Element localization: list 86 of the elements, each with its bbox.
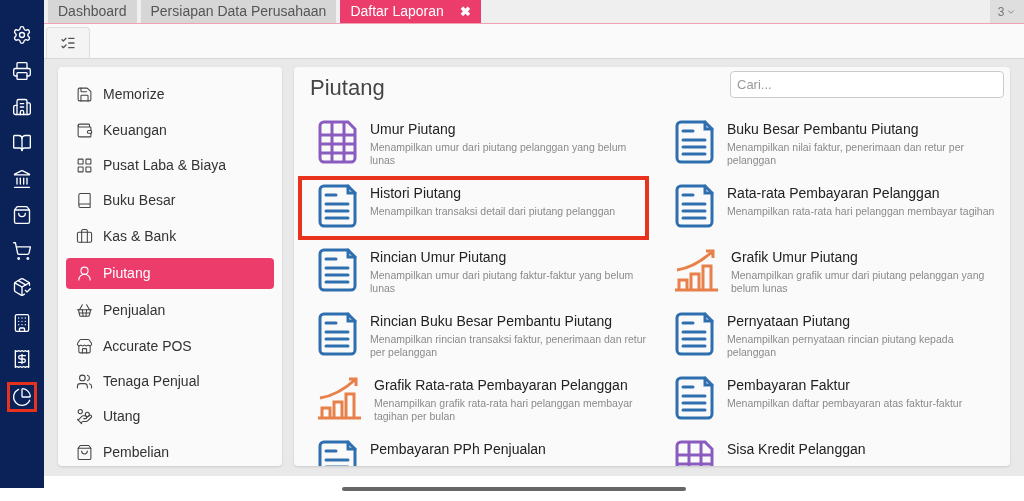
report-item[interactable]: Sisa Kredit Pelanggan (657, 434, 1004, 466)
report-description: Menampilkan grafik rata-rata hari pelanggan membayar tagihan per bulan (374, 397, 634, 423)
tab[interactable]: Daftar Laporan ✖ (340, 0, 481, 23)
category-item[interactable]: Pembelian (66, 438, 274, 466)
report-title: Pembayaran Faktur (727, 376, 851, 394)
floppy-icon (76, 86, 93, 104)
report-title: Rata-rata Pembayaran Pelanggan (727, 184, 941, 202)
category-item[interactable]: Buku Besar (66, 187, 274, 215)
office-icon (12, 313, 32, 333)
printer-icon (12, 61, 32, 81)
report-title: Grafik Rata-rata Pembayaran Pelanggan (374, 376, 629, 394)
person-icon (76, 265, 93, 282)
report-item[interactable]: Grafik Rata-rata Pembayaran Pelanggan Menampilkan grafik rata-rata hari pelanggan membayar tagihan per bulan (300, 370, 647, 434)
cart-icon (12, 241, 32, 261)
report-title: Rincian Umur Piutang (370, 248, 508, 266)
report-item[interactable]: Umur Piutang Menampilkan umur dari piutang pelanggan yang belum lunas (300, 114, 647, 178)
report-description: Menampilkan rata-rata hari pelanggan membayar tagihan (727, 205, 995, 218)
document-icon (673, 312, 715, 356)
search-field[interactable]: Cari... (730, 71, 1004, 98)
rail-button[interactable] (7, 382, 37, 412)
bag-icon (76, 443, 93, 461)
report-title: Sisa Kredit Pelanggan (727, 440, 866, 458)
report-item[interactable]: Histori Piutang Menampilkan transaksi detail dari piutang pelanggan (298, 176, 649, 240)
tab[interactable]: Persiapan Data Perusahaan (140, 0, 337, 23)
chart-icon (316, 376, 362, 420)
wallet-icon (76, 121, 93, 139)
report-item[interactable]: Rata-rata Pembayaran Pelanggan Menampilkan rata-rata hari pelanggan membayar tagihan (657, 178, 1004, 242)
panel-title: Piutang (310, 74, 385, 102)
report-title: Buku Besar Pembantu Piutang (727, 120, 920, 138)
settings-icon (12, 25, 32, 45)
report-description: Menampilkan grafik umur dari piutang pelanggan yang belum lunas (731, 269, 986, 295)
receipt-icon (12, 349, 32, 369)
document-icon (316, 312, 358, 356)
report-description: Menampilkan rincian transaksi faktur, penerimaan dan retur per pelanggan (370, 333, 647, 359)
report-description: Menampilkan nilai faktur, penerimaan dan retur per pelanggan (727, 141, 965, 167)
report-description: Menampilkan umur dari piutang faktur-faktur yang belum lunas (370, 269, 635, 295)
pie-chart-icon (12, 387, 32, 407)
category-item[interactable]: Tenaga Penjual (66, 367, 274, 396)
category-item[interactable]: Kas & Bank (66, 222, 274, 250)
people-icon (76, 373, 93, 391)
report-description: Menampilkan umur dari piutang pelanggan yang belum lunas (370, 141, 628, 167)
category-item[interactable]: Pusat Laba & Biaya (66, 151, 274, 180)
category-item[interactable]: Piutang (66, 257, 274, 290)
document-icon (673, 120, 715, 164)
report-title: Pembayaran PPh Penjualan (370, 440, 546, 458)
list-icon (60, 35, 76, 51)
table-icon (316, 120, 358, 164)
document-icon (673, 184, 715, 228)
report-item[interactable]: Buku Besar Pembantu Piutang Menampilkan nilai faktur, penerimaan dan retur per pelanggan (657, 114, 1004, 178)
coins-icon (76, 408, 93, 426)
report-title: Grafik Umur Piutang (731, 248, 859, 266)
book-icon (76, 192, 93, 210)
category-item[interactable]: Accurate POS (66, 332, 274, 360)
report-item[interactable]: Rincian Umur Piutang Menampilkan umur dari piutang faktur-faktur yang belum lunas (300, 242, 647, 306)
tab[interactable]: Dashboard (48, 0, 137, 23)
bag-icon (12, 205, 32, 225)
briefcase-icon (76, 227, 93, 245)
grid-icon (76, 156, 93, 174)
chart-icon (673, 248, 719, 292)
store-icon (76, 337, 93, 355)
report-title: Umur Piutang (370, 120, 457, 138)
package-icon (12, 277, 32, 297)
report-item[interactable]: Pernyataan Piutang Menampilkan pernyataan rincian piutang kepada pelanggan (657, 306, 1004, 370)
report-title: Pernyataan Piutang (727, 312, 851, 330)
book-icon (12, 133, 32, 153)
category-item[interactable]: Penjualan (66, 297, 274, 325)
report-title: Histori Piutang (370, 184, 463, 202)
document-icon (316, 248, 358, 292)
report-item[interactable]: Grafik Umur Piutang Menampilkan grafik umur dari piutang pelanggan yang belum lunas (657, 242, 1004, 306)
report-title: Rincian Buku Besar Pembantu Piutang (370, 312, 614, 330)
category-item[interactable]: Memorize (66, 81, 274, 109)
report-description: Menampilkan transaksi detail dari piutang pelanggan (370, 205, 616, 218)
cart-icon (76, 302, 93, 320)
list-view-button[interactable] (46, 27, 90, 58)
document-icon (316, 184, 358, 228)
category-item[interactable]: Keuangan (66, 116, 274, 144)
report-description: Menampilkan pernyataan rincian piutang kepada pelanggan (727, 333, 955, 359)
report-item[interactable]: Pembayaran Faktur Menampilkan daftar pembayaran atas faktur-faktur (657, 370, 1004, 434)
document-icon (673, 376, 715, 420)
building-icon (12, 97, 32, 117)
category-item[interactable]: Utang (66, 403, 274, 431)
bank-icon (12, 169, 32, 189)
close-icon[interactable]: ✖ (459, 1, 471, 22)
report-item[interactable]: Rincian Buku Besar Pembantu Piutang Menampilkan rincian transaksi faktur, penerimaan dan retur per pelanggan (300, 306, 647, 370)
report-description: Menampilkan daftar pembayaran atas faktur-faktur (727, 397, 963, 410)
report-item[interactable]: Pembayaran PPh Penjualan (300, 434, 647, 466)
